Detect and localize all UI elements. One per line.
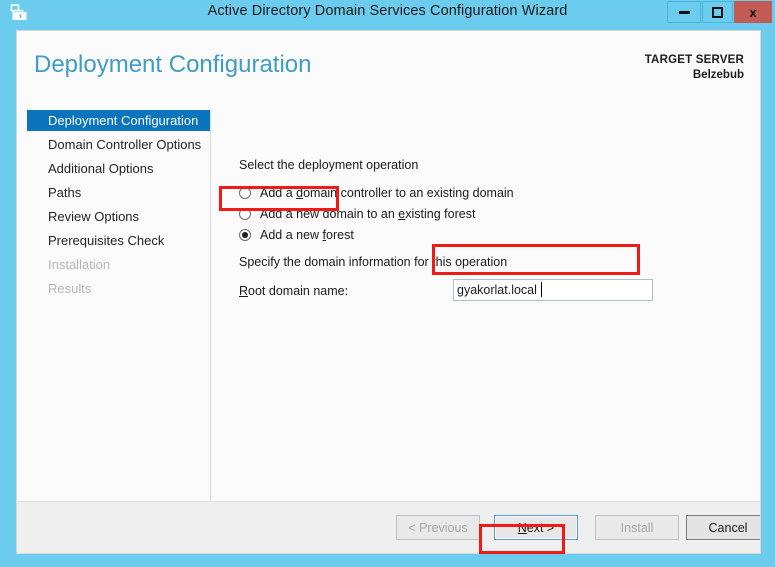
- wizard-step-list: Deployment Configuration Domain Controlle…: [17, 110, 211, 515]
- sidebar-item-deployment-configuration[interactable]: Deployment Configuration: [27, 110, 211, 131]
- target-server-info: TARGET SERVER Belzebub: [645, 53, 744, 83]
- main-content: Select the deployment operation Add a do…: [225, 110, 760, 527]
- sidebar-divider: [210, 110, 211, 515]
- root-domain-name-label: Root domain name:: [239, 284, 349, 298]
- cancel-button[interactable]: Cancel: [686, 515, 760, 540]
- close-button[interactable]: x: [734, 1, 772, 23]
- page-title: Deployment Configuration: [34, 51, 312, 78]
- maximize-button[interactable]: [702, 1, 733, 23]
- domain-info-label: Specify the domain information for this …: [239, 255, 508, 269]
- root-domain-name-input[interactable]: [453, 279, 653, 301]
- radio-icon: [239, 186, 251, 199]
- window-title: Active Directory Domain Services Configu…: [207, 3, 568, 19]
- deployment-option-2[interactable]: Add a new domain to an existing forest: [239, 204, 475, 223]
- install-button[interactable]: Install: [595, 515, 679, 540]
- sidebar-item-installation: Installation: [48, 257, 111, 272]
- deployment-option-label: Add a new forest: [260, 227, 354, 242]
- maximize-icon: [712, 6, 723, 18]
- deployment-option-3[interactable]: Add a new forest: [239, 225, 354, 244]
- next-button-label: Next >: [517, 520, 555, 535]
- sidebar-item-results: Results: [48, 281, 92, 296]
- next-button[interactable]: Next >: [494, 515, 578, 540]
- deployment-option-1[interactable]: Add a domain controller to an existing d…: [239, 183, 514, 202]
- sidebar-item-prerequisites-check[interactable]: Prerequisites Check: [27, 230, 211, 251]
- dialog-client-area: Deployment Configuration TARGET SERVER B…: [16, 30, 761, 554]
- deployment-option-label: Add a new domain to an existing forest: [260, 206, 476, 221]
- previous-button[interactable]: < Previous: [396, 515, 480, 540]
- sidebar-item-additional-options[interactable]: Additional Options: [27, 158, 211, 179]
- sidebar-item-paths[interactable]: Paths: [27, 182, 211, 203]
- radio-icon: [239, 207, 251, 220]
- minimize-icon: [678, 10, 690, 14]
- dialog-footer: < Previous Next > Install Cancel: [17, 501, 760, 553]
- sidebar-item-domain-controller-options[interactable]: Domain Controller Options: [27, 134, 211, 155]
- title-bar[interactable]: Active Directory Domain Services Configu…: [0, 0, 775, 26]
- target-server-name: Belzebub: [692, 69, 744, 81]
- sidebar-item-review-options[interactable]: Review Options: [27, 206, 211, 227]
- minimize-button[interactable]: [667, 1, 701, 23]
- radio-icon: [239, 228, 251, 241]
- deployment-operation-label: Select the deployment operation: [239, 158, 419, 172]
- deployment-option-label: Add a domain controller to an existing d…: [260, 185, 514, 200]
- target-server-label: TARGET SERVER: [644, 54, 744, 66]
- text-caret: [541, 282, 542, 297]
- wizard-window: Active Directory Domain Services Configu…: [0, 0, 775, 567]
